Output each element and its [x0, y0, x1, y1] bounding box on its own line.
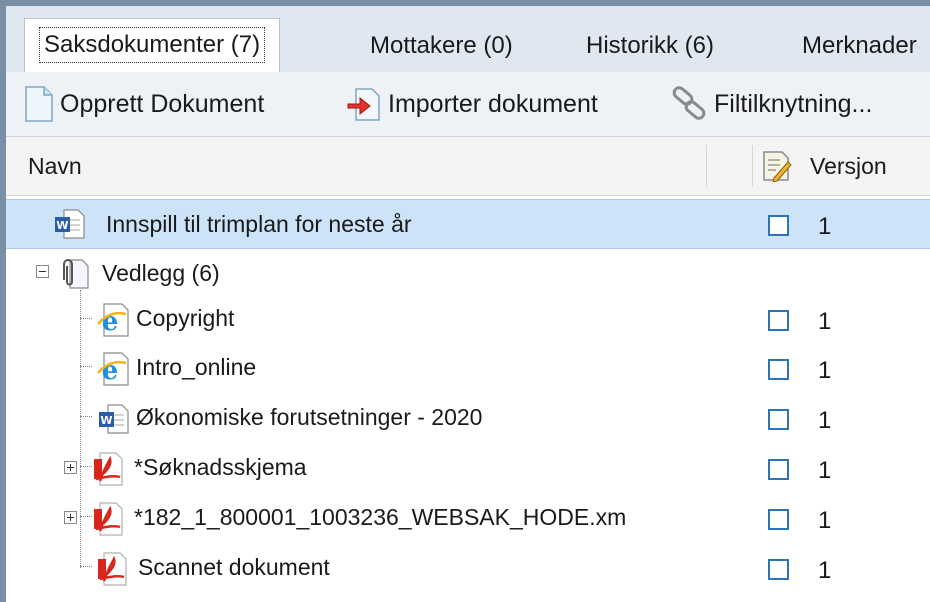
- file-link-button[interactable]: Filtilknytning...: [670, 72, 872, 136]
- attachment-folder-icon: [63, 259, 89, 289]
- column-version-label: Versjon: [810, 153, 887, 179]
- column-divider[interactable]: [706, 145, 707, 187]
- version-checkbox[interactable]: [768, 459, 789, 480]
- edit-document-icon: [763, 151, 792, 182]
- create-document-label: Opprett Dokument: [60, 89, 265, 118]
- tab-mottakere[interactable]: Mottakere (0): [356, 20, 527, 72]
- file-link-label: Filtilknytning...: [714, 89, 873, 118]
- blank-document-icon: [25, 86, 53, 122]
- version-checkbox[interactable]: [768, 409, 789, 430]
- row-name: Innspill til trimplan for neste år: [106, 211, 412, 237]
- table-row[interactable]: e Copyright 1: [6, 296, 930, 346]
- column-name-header[interactable]: Navn: [28, 137, 82, 195]
- import-document-button[interactable]: Importer dokument: [346, 72, 598, 136]
- row-version: 1: [818, 557, 832, 584]
- row-version: 1: [818, 507, 832, 534]
- tab-label: Merknader: [802, 32, 917, 59]
- column-divider[interactable]: [752, 145, 753, 187]
- row-version: 1: [818, 308, 832, 335]
- row-name: Vedlegg (6): [102, 260, 220, 286]
- internet-explorer-icon: e: [97, 352, 129, 386]
- pdf-icon: [98, 552, 127, 586]
- word-doc-icon: W: [55, 209, 85, 239]
- row-version: 1: [818, 457, 832, 484]
- table-row[interactable]: *182_1_800001_1003236_WEBSAK_HODE.xm 1: [6, 495, 930, 545]
- tab-historikk[interactable]: Historikk (6): [572, 20, 728, 72]
- word-doc-icon: W: [99, 404, 129, 434]
- pdf-icon: [94, 452, 123, 486]
- table-row[interactable]: Vedlegg (6): [6, 248, 930, 298]
- svg-text:e: e: [102, 356, 119, 386]
- internet-explorer-icon: e: [97, 303, 129, 337]
- version-checkbox[interactable]: [768, 310, 789, 331]
- row-name: *Søknadsskjema: [134, 454, 307, 480]
- table-row[interactable]: W Innspill til trimplan for neste år 1: [6, 199, 930, 249]
- svg-text:W: W: [56, 219, 68, 232]
- tab-label: Historikk (6): [586, 32, 715, 59]
- column-header: Navn Versjon: [6, 137, 930, 196]
- version-checkbox[interactable]: [768, 559, 789, 580]
- row-version: 1: [818, 357, 832, 384]
- tab-merknader[interactable]: Merknader: [788, 20, 930, 72]
- svg-text:W: W: [100, 414, 112, 427]
- table-row[interactable]: e Intro_online 1: [6, 345, 930, 395]
- tab-strip: Saksdokumenter (7) Mottakere (0) Histori…: [6, 6, 930, 74]
- tab-label: Saksdokumenter (7): [39, 27, 266, 63]
- chain-link-icon: [672, 86, 706, 120]
- row-name: Copyright: [136, 305, 235, 331]
- column-version-header[interactable]: Versjon: [810, 137, 887, 195]
- row-name: *182_1_800001_1003236_WEBSAK_HODE.xm: [134, 504, 627, 530]
- row-name: Økonomiske forutsetninger - 2020: [136, 404, 483, 430]
- table-row[interactable]: *Søknadsskjema 1: [6, 445, 930, 495]
- row-version: 1: [818, 213, 832, 240]
- column-name-label: Navn: [28, 153, 82, 179]
- row-version: 1: [818, 407, 832, 434]
- version-checkbox[interactable]: [768, 359, 789, 380]
- create-document-button[interactable]: Opprett Dokument: [24, 72, 264, 136]
- expand-toggle[interactable]: [64, 511, 77, 524]
- expand-toggle[interactable]: [64, 461, 77, 474]
- tab-saksdokumenter[interactable]: Saksdokumenter (7): [24, 18, 281, 74]
- row-name: Scannet dokument: [138, 554, 330, 580]
- table-row[interactable]: W Økonomiske forutsetninger - 2020 1: [6, 395, 930, 445]
- tab-label: Mottakere (0): [370, 32, 513, 59]
- row-name: Intro_online: [136, 354, 257, 380]
- pdf-icon: [94, 502, 123, 536]
- version-checkbox[interactable]: [768, 509, 789, 530]
- toolbar: Opprett Dokument Importer dokument Filti…: [6, 72, 930, 137]
- version-checkbox[interactable]: [768, 215, 789, 236]
- import-document-label: Importer dokument: [388, 89, 598, 118]
- import-document-icon: [347, 88, 380, 121]
- collapse-toggle[interactable]: [36, 265, 49, 278]
- table-row[interactable]: Scannet dokument 1: [6, 545, 930, 595]
- svg-text:e: e: [102, 307, 119, 337]
